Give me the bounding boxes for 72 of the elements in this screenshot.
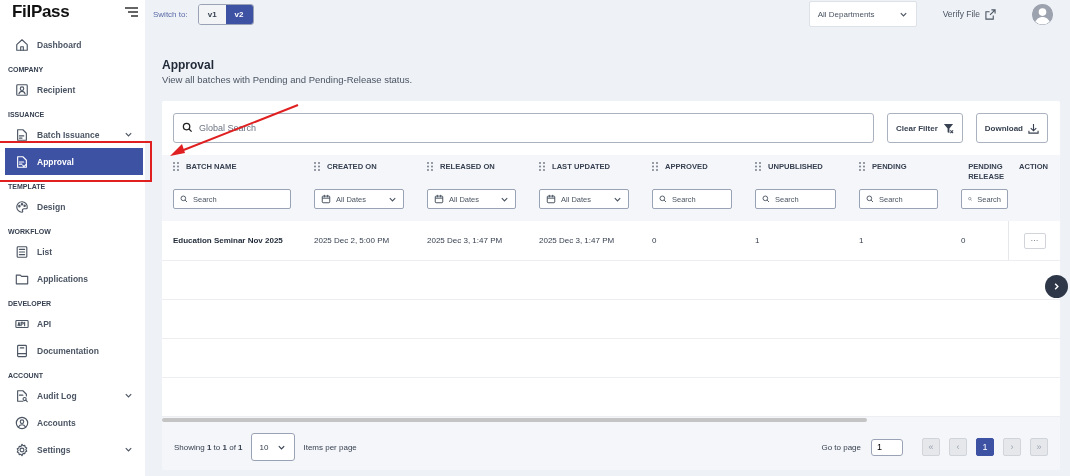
menu-icon[interactable]: [125, 7, 138, 17]
table-cell: 0: [950, 221, 1008, 261]
folder-icon: [15, 271, 29, 286]
goto-label: Go to page: [821, 442, 861, 452]
showing-summary: Showing 1 to 1 of 1: [174, 442, 243, 452]
search-icon: [762, 195, 770, 203]
download-icon: [1028, 122, 1039, 134]
sidebar-item[interactable]: Applications: [5, 265, 143, 292]
palette-icon: [15, 199, 29, 214]
home-icon: [15, 37, 29, 52]
sidebar-item[interactable]: List: [5, 238, 143, 265]
goto-page-field[interactable]: 1: [871, 438, 903, 456]
per-page-dropdown[interactable]: 10: [250, 433, 296, 461]
sidebar-item[interactable]: Audit Log: [5, 382, 143, 409]
sidebar-item[interactable]: Accounts: [5, 409, 143, 436]
page-title: Approval: [162, 58, 215, 72]
sidebar-item[interactable]: Dashboard: [5, 31, 143, 58]
drag-handle-icon[interactable]: [859, 162, 865, 171]
clear-filter-button[interactable]: Clear Filter: [887, 113, 963, 143]
sidebar-item[interactable]: Design: [5, 193, 143, 220]
sidebar-item[interactable]: Recipient: [5, 76, 143, 103]
search-icon: [968, 195, 973, 203]
table-cell: 2025 Dec 3, 1:47 PM: [528, 221, 641, 261]
search-icon: [182, 121, 193, 133]
page-subtitle: View all batches with Pending and Pending-Release status.: [162, 74, 414, 85]
horizontal-scrollbar[interactable]: [162, 418, 867, 422]
table-cell: 0: [641, 221, 744, 261]
verify-file-link[interactable]: Verify File: [942, 8, 996, 20]
avatar-icon[interactable]: [1032, 3, 1053, 25]
table-cell: 2025 Dec 2, 5:00 PM: [303, 221, 416, 261]
per-page-label: Items per page: [303, 442, 357, 452]
table-cell: Education Seminar Nov 2025: [162, 221, 303, 261]
calendar-icon: [321, 194, 331, 204]
drag-handle-icon[interactable]: [173, 162, 179, 171]
drag-handle-icon[interactable]: [427, 162, 433, 171]
gear-icon: [15, 442, 29, 457]
sidebar-item[interactable]: API: [5, 310, 143, 337]
document-icon: [15, 127, 29, 142]
sidebar-item[interactable]: Settings: [5, 436, 143, 463]
sidebar-item[interactable]: Batch Issuance: [5, 121, 143, 148]
drag-handle-icon[interactable]: [755, 162, 761, 171]
search-icon: [659, 195, 667, 203]
calendar-icon: [546, 194, 556, 204]
person-icon: [15, 82, 29, 97]
table-cell: 2025 Dec 3, 1:47 PM: [416, 221, 528, 261]
user-circle-icon: [15, 415, 29, 430]
sidebar-item[interactable]: Approval: [5, 148, 143, 175]
row-actions-button[interactable]: ···: [1023, 232, 1046, 249]
version-toggle[interactable]: v1: [198, 4, 226, 24]
department-dropdown[interactable]: All Departments: [808, 1, 917, 27]
switch-label: Switch to:: [153, 9, 188, 19]
drag-handle-icon[interactable]: [314, 162, 320, 171]
chevron-right-icon: [1052, 282, 1061, 291]
book-icon: [15, 343, 29, 358]
drag-handle-icon[interactable]: [652, 162, 658, 171]
drag-handle-icon[interactable]: [539, 162, 545, 171]
search-icon: [866, 195, 874, 203]
download-button[interactable]: Download: [975, 113, 1048, 143]
calendar-icon: [434, 194, 444, 204]
scroll-right-button[interactable]: [1045, 275, 1068, 298]
document-check-icon: [15, 154, 29, 169]
list-icon: [15, 244, 29, 259]
filter-clear-icon: [942, 122, 954, 134]
search-icon: [180, 195, 188, 203]
logo: FilPass: [12, 2, 70, 22]
sidebar-item[interactable]: Documentation: [5, 337, 143, 364]
pagination-button[interactable]: 1: [976, 438, 994, 456]
version-toggle[interactable]: v2: [225, 4, 253, 24]
table-cell: 1: [848, 221, 950, 261]
table-cell: 1: [744, 221, 848, 261]
external-link-icon: [985, 8, 996, 20]
document-search-icon: [15, 388, 29, 403]
